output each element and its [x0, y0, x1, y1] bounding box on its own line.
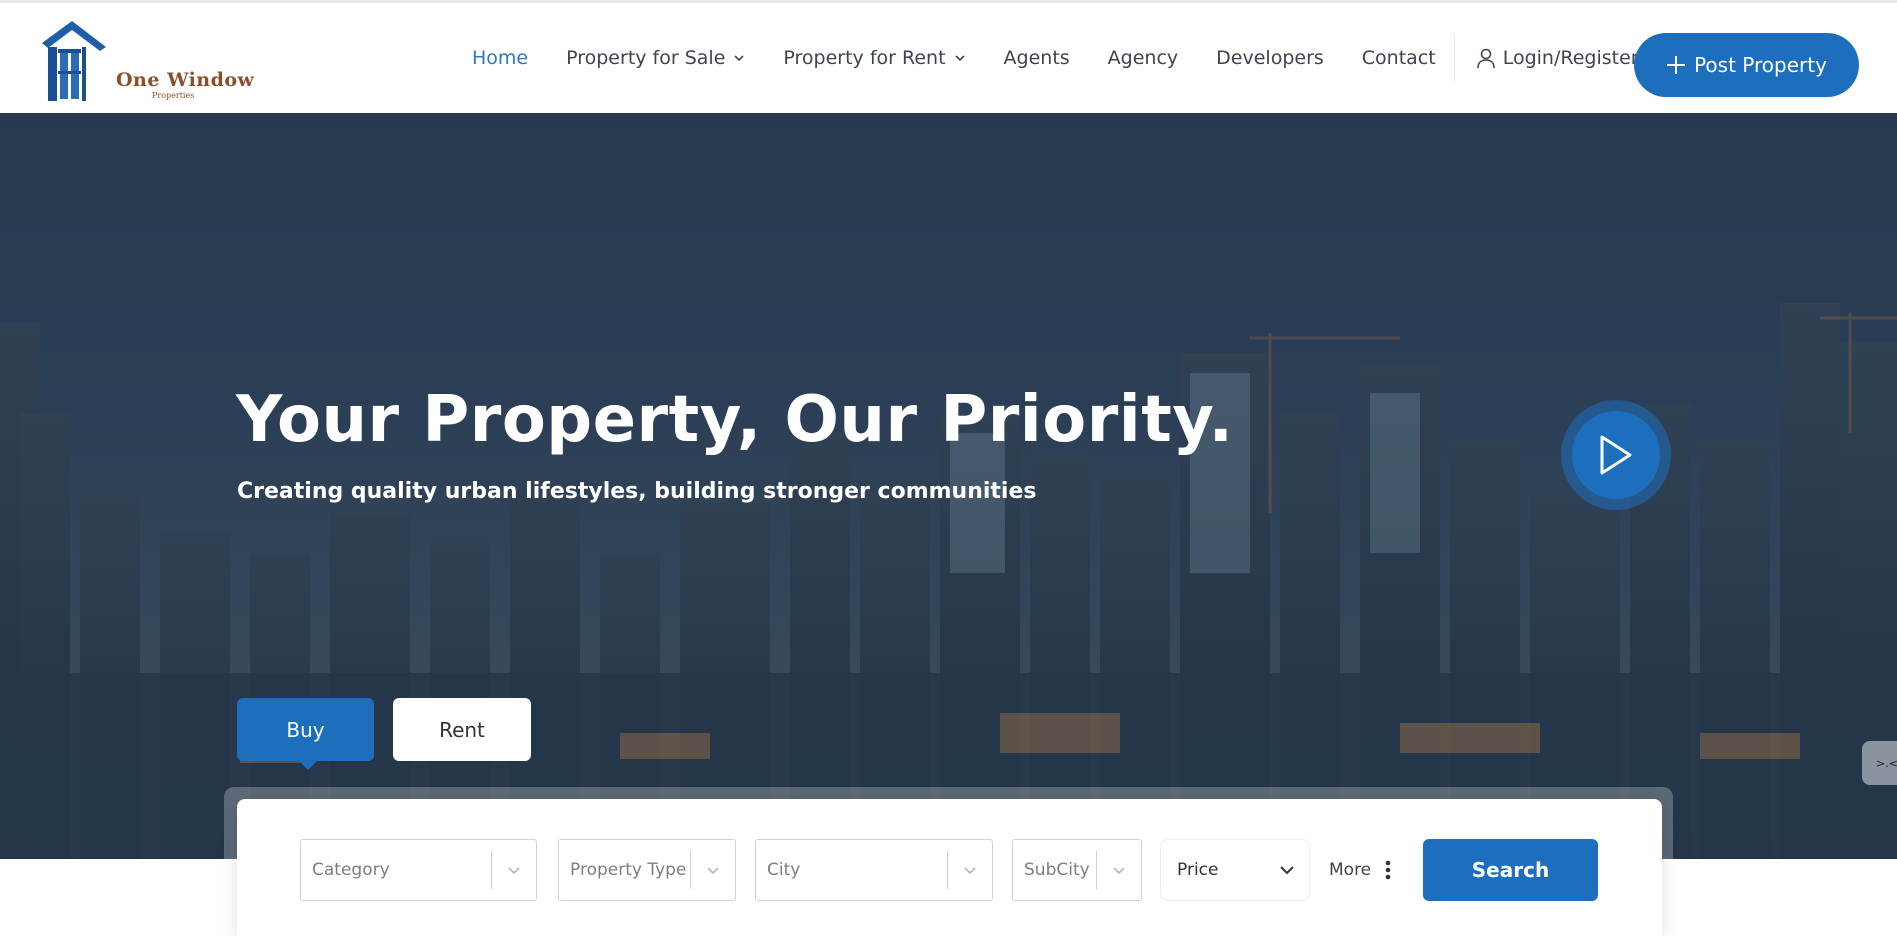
nav-contact-label: Contact — [1361, 47, 1436, 69]
city-select[interactable]: City — [755, 839, 993, 901]
house-window-logo-icon — [42, 21, 106, 101]
price-dropdown[interactable]: Price — [1160, 839, 1310, 901]
nav-property-for-sale[interactable]: Property for Sale — [566, 47, 745, 69]
chevron-down-icon — [948, 863, 992, 877]
price-label: Price — [1177, 860, 1219, 880]
site-header: One Window Properties Home Property for … — [0, 3, 1897, 113]
post-property-button[interactable]: Post Property — [1634, 33, 1859, 97]
tab-buy[interactable]: Buy — [237, 698, 374, 761]
nav-agency[interactable]: Agency — [1108, 47, 1178, 69]
play-icon — [1600, 435, 1632, 475]
side-widget-tab[interactable]: >.< — [1862, 741, 1897, 785]
property-type-placeholder: Property Type — [570, 860, 687, 880]
search-button[interactable]: Search — [1423, 839, 1598, 901]
logo-tagline: Properties — [152, 91, 195, 100]
search-panel: Category Property Type City SubCity Pric… — [237, 799, 1662, 936]
chevron-down-icon — [1280, 866, 1294, 875]
nav-property-for-rent[interactable]: Property for Rent — [783, 47, 965, 69]
category-select[interactable]: Category — [300, 839, 537, 901]
subcity-select[interactable]: SubCity — [1012, 839, 1142, 901]
nav-home-label: Home — [472, 47, 529, 69]
hero-subtitle: Creating quality urban lifestyles, build… — [237, 479, 1037, 504]
nav-contact[interactable]: Contact — [1362, 47, 1436, 69]
nav-agents-label: Agents — [1003, 47, 1070, 69]
plus-icon — [1667, 56, 1686, 74]
user-icon — [1476, 48, 1495, 69]
chevron-down-icon — [954, 55, 965, 62]
chevron-down-icon — [691, 863, 735, 877]
post-property-label: Post Property — [1694, 53, 1827, 77]
nav-developers[interactable]: Developers — [1216, 47, 1324, 69]
logo-text: One Window — [116, 69, 255, 91]
nav-agents[interactable]: Agents — [1004, 47, 1070, 69]
login-register-link[interactable]: Login/Register — [1475, 47, 1639, 69]
login-label: Login/Register — [1502, 47, 1639, 69]
hero-title: Your Property, Our Priority. — [236, 383, 1234, 457]
chevron-down-icon — [1097, 863, 1141, 877]
nav-developers-label: Developers — [1216, 47, 1324, 69]
city-placeholder: City — [767, 860, 801, 880]
nav-agency-label: Agency — [1107, 47, 1179, 69]
property-type-select[interactable]: Property Type — [558, 839, 736, 901]
main-nav: Home Property for Sale Property for Rent… — [472, 3, 1639, 113]
nav-home[interactable]: Home — [472, 47, 528, 69]
nav-rent-label: Property for Rent — [783, 47, 946, 69]
tab-rent[interactable]: Rent — [393, 698, 531, 761]
chevron-down-icon — [492, 863, 536, 877]
more-filters-button[interactable]: More — [1329, 839, 1391, 901]
play-video-button[interactable] — [1561, 400, 1671, 510]
site-logo[interactable]: One Window Properties — [40, 21, 254, 105]
vertical-dots-icon — [1385, 860, 1391, 880]
chevron-down-icon — [734, 55, 744, 62]
category-placeholder: Category — [312, 860, 390, 880]
active-tab-indicator — [298, 760, 318, 770]
more-label: More — [1329, 860, 1372, 880]
subcity-placeholder: SubCity — [1024, 860, 1090, 880]
play-button-inner — [1572, 411, 1660, 499]
nav-sale-label: Property for Sale — [566, 47, 726, 69]
nav-divider — [1453, 35, 1455, 81]
